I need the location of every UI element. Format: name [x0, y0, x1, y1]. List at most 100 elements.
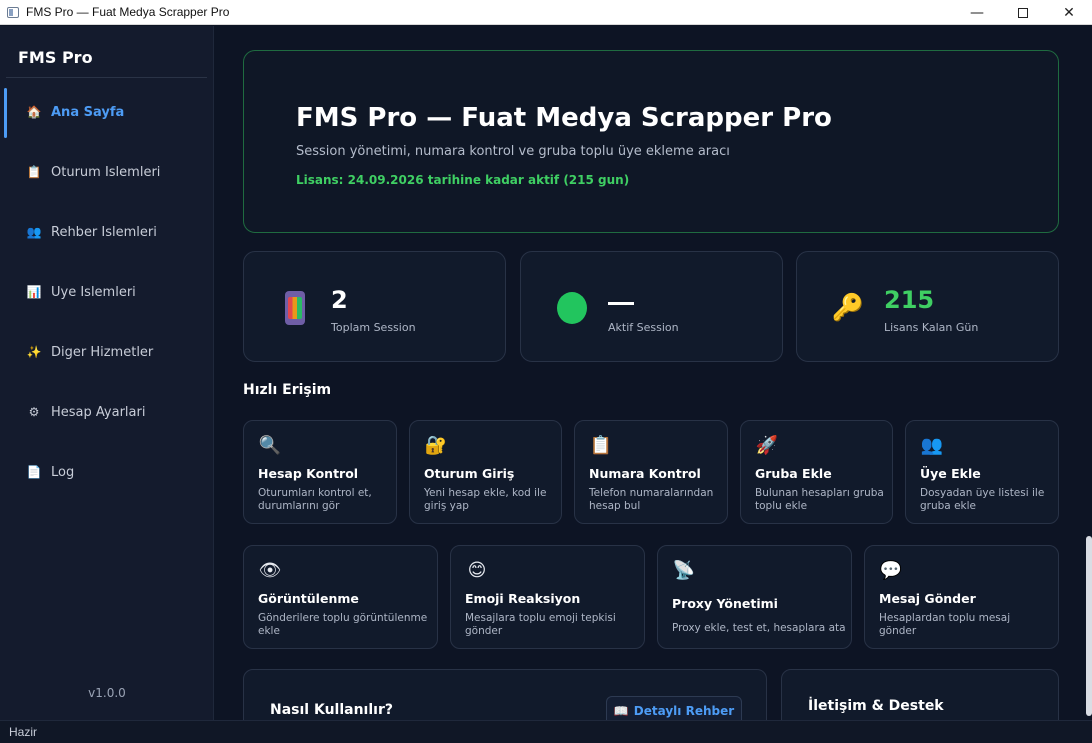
card-description: Mesajlara toplu emoji tepkisi gönder [465, 612, 616, 637]
sidebar-item-uye-islemleri[interactable]: 📊 Uye Islemleri [4, 266, 210, 318]
maximize-icon [1018, 7, 1028, 18]
sidebar: FMS Pro 🏠 Ana Sayfa 📋 Oturum Islemleri 👥… [0, 26, 214, 720]
sidebar-item-hesap-ayarlari[interactable]: ⚙ Hesap Ayarlari [4, 386, 210, 438]
speech-bubble-icon: 💬 [879, 560, 903, 581]
stat-card-active-session: Aktif Session [520, 251, 783, 362]
card-hesap-kontrol[interactable]: 🔍 Hesap Kontrol Oturumları kontrol et, d… [243, 420, 397, 524]
card-title: Görüntülenme [258, 591, 359, 606]
contact-panel: İletişim & Destek [781, 669, 1059, 720]
users-icon: 👥 [920, 435, 944, 456]
close-icon: ✕ [1063, 4, 1075, 21]
quick-access-title: Hızlı Erişim [243, 382, 332, 398]
satellite-icon: 📡 [672, 560, 696, 581]
minimize-button[interactable]: — [954, 0, 1000, 25]
hero-title: FMS Pro — Fuat Medya Scrapper Pro [296, 103, 832, 133]
card-mesaj-gonder[interactable]: 💬 Mesaj Gönder Hesaplardan toplu mesaj g… [864, 545, 1059, 649]
card-description: Proxy ekle, test et, hesaplara ata [672, 622, 846, 634]
window-controls: — ✕ [954, 0, 1092, 25]
sidebar-item-label: Diger Hizmetler [51, 344, 154, 360]
license-status: Lisans: 24.09.2026 tarihine kadar aktif … [296, 173, 630, 187]
app-version: v1.0.0 [88, 686, 126, 700]
hero-subtitle: Session yönetimi, numara kontrol ve grub… [296, 144, 730, 159]
sidebar-item-rehber-islemleri[interactable]: 👥 Rehber Islemleri [4, 206, 210, 258]
magnifier-icon: 🔍 [258, 435, 282, 456]
help-panel: Nasıl Kullanılır? 📖 Detaylı Rehber [243, 669, 767, 720]
card-title: Mesaj Gönder [879, 591, 976, 606]
empty-value-dash [608, 302, 634, 305]
maximize-button[interactable] [1000, 0, 1046, 25]
sidebar-item-label: Oturum Islemleri [51, 164, 161, 180]
card-description: Gönderilere toplu görüntülenme ekle [258, 612, 428, 637]
card-description: Yeni hesap ekle, kod ile giriş yap [424, 487, 547, 512]
clipboard-icon: 📋 [589, 435, 613, 456]
users-icon: 👥 [26, 225, 42, 239]
card-description: Hesaplardan toplu mesaj gönder [879, 612, 1011, 637]
main-scrollbar[interactable] [1086, 536, 1092, 716]
card-description: Telefon numaralarından hesap bul [589, 487, 714, 512]
contact-title: İletişim & Destek [808, 698, 944, 714]
card-proxy-yonetimi[interactable]: 📡 Proxy Yönetimi Proxy ekle, test et, he… [657, 545, 852, 649]
card-uye-ekle[interactable]: 👥 Üye Ekle Dosyadan üye listesi ile grub… [905, 420, 1059, 524]
card-oturum-giris[interactable]: 🔐 Oturum Giriş Yeni hesap ekle, kod ile … [409, 420, 562, 524]
chart-icon: 📊 [26, 285, 42, 299]
stat-label: Lisans Kalan Gün [884, 321, 979, 334]
card-emoji-reaksiyon[interactable]: 😊 Emoji Reaksiyon Mesajlara toplu emoji … [450, 545, 645, 649]
sidebar-item-oturum-islemleri[interactable]: 📋 Oturum Islemleri [4, 146, 210, 198]
detailed-guide-label: Detaylı Rehber [633, 704, 735, 718]
card-title: Oturum Giriş [424, 466, 515, 481]
smile-icon: 😊 [467, 560, 487, 581]
sidebar-item-diger-hizmetler[interactable]: ✨ Diger Hizmetler [4, 326, 210, 378]
card-description: Bulunan hesapları gruba toplu ekle [755, 487, 884, 512]
card-title: Emoji Reaksiyon [465, 591, 581, 606]
stat-value: 2 [331, 286, 348, 314]
stat-label: Toplam Session [331, 321, 416, 334]
phone-icon [280, 291, 310, 325]
gear-icon: ⚙ [28, 405, 40, 419]
window-titlebar: FMS Pro — Fuat Medya Scrapper Pro — ✕ [0, 0, 1092, 25]
card-title: Hesap Kontrol [258, 466, 359, 481]
sidebar-item-ana-sayfa[interactable]: 🏠 Ana Sayfa [4, 86, 210, 138]
card-description: Dosyadan üye listesi ile gruba ekle [920, 487, 1045, 512]
brand-divider [6, 77, 207, 78]
card-goruntulenme[interactable]: 👁 Görüntülenme Gönderilere toplu görüntü… [243, 545, 438, 649]
main-content: FMS Pro — Fuat Medya Scrapper Pro Sessio… [215, 26, 1092, 720]
hero-banner: FMS Pro — Fuat Medya Scrapper Pro Sessio… [243, 50, 1059, 233]
green-dot-icon [557, 292, 587, 324]
minimize-icon: — [970, 4, 984, 21]
sidebar-item-label: Hesap Ayarlari [51, 404, 146, 420]
stat-card-license-days: 🔑 215 Lisans Kalan Gün [796, 251, 1059, 362]
card-numara-kontrol[interactable]: 📋 Numara Kontrol Telefon numaralarından … [574, 420, 728, 524]
sidebar-item-log[interactable]: 📄 Log [4, 446, 210, 498]
app-icon [7, 6, 19, 18]
sparkles-icon: ✨ [26, 345, 42, 359]
stat-card-total-session: 2 Toplam Session [243, 251, 506, 362]
lock-key-icon: 🔐 [424, 435, 448, 456]
status-bar: Hazir [0, 720, 1092, 743]
stat-value: 215 [884, 286, 935, 314]
card-description: Oturumları kontrol et, durumlarını gör [258, 487, 372, 512]
detailed-guide-button[interactable]: 📖 Detaylı Rehber [606, 696, 742, 720]
sidebar-item-label: Log [51, 464, 75, 480]
close-button[interactable]: ✕ [1046, 0, 1092, 25]
stat-label: Aktif Session [608, 321, 679, 334]
card-title: Üye Ekle [920, 466, 981, 481]
key-icon: 🔑 [831, 293, 865, 323]
sidebar-item-label: Ana Sayfa [51, 104, 125, 120]
document-icon: 📄 [26, 465, 42, 479]
rocket-icon: 🚀 [755, 435, 779, 456]
eye-icon: 👁 [258, 560, 282, 581]
status-text: Hazir [9, 725, 38, 739]
window-title: FMS Pro — Fuat Medya Scrapper Pro [26, 5, 230, 19]
stat-value [608, 286, 634, 305]
book-icon: 📖 [613, 704, 629, 718]
sidebar-item-label: Uye Islemleri [51, 284, 136, 300]
card-gruba-ekle[interactable]: 🚀 Gruba Ekle Bulunan hesapları gruba top… [740, 420, 893, 524]
home-icon: 🏠 [26, 105, 42, 119]
help-title: Nasıl Kullanılır? [270, 702, 393, 718]
card-title: Numara Kontrol [589, 466, 701, 481]
clipboard-icon: 📋 [26, 165, 42, 179]
card-title: Gruba Ekle [755, 466, 832, 481]
sidebar-item-label: Rehber Islemleri [51, 224, 157, 240]
brand-title: FMS Pro [18, 48, 93, 67]
card-title: Proxy Yönetimi [672, 596, 778, 611]
